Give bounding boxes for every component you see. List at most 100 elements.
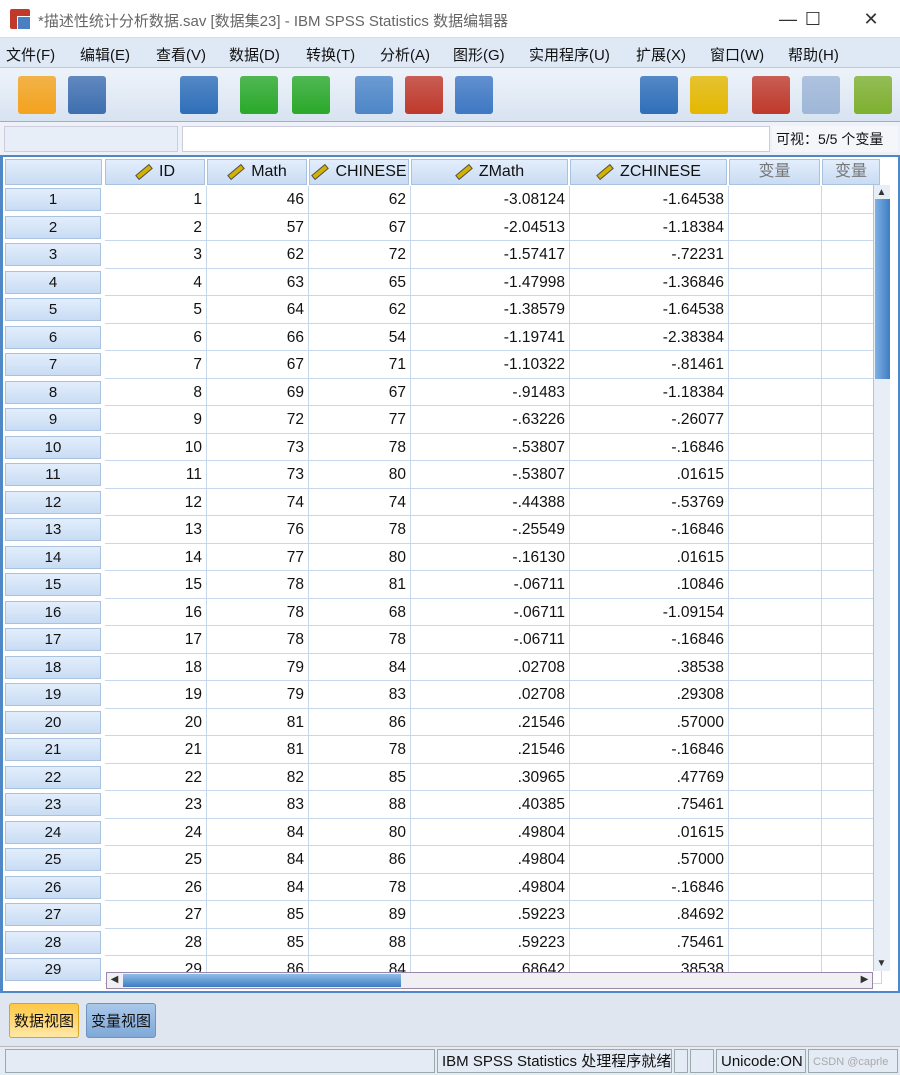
- goto-case-icon[interactable]: goto-case-icon: [355, 76, 393, 114]
- table-cell[interactable]: .84692: [570, 901, 729, 929]
- table-cell[interactable]: -.81461: [570, 351, 729, 379]
- row-number[interactable]: 1: [5, 188, 101, 211]
- table-cell[interactable]: -.91483: [411, 378, 570, 406]
- table-cell[interactable]: 76: [207, 516, 309, 544]
- menu-4[interactable]: 转换(T): [306, 44, 355, 65]
- table-cell[interactable]: 22: [105, 763, 207, 791]
- table-cell[interactable]: [729, 213, 822, 241]
- scroll-up-icon[interactable]: ▲: [874, 187, 889, 198]
- table-cell[interactable]: 84: [309, 653, 411, 681]
- tab-variable-view[interactable]: 变量视图: [86, 1003, 157, 1038]
- corner-header[interactable]: [5, 159, 102, 185]
- table-cell[interactable]: 54: [309, 323, 411, 351]
- redo-icon[interactable]: redo-icon: [292, 76, 330, 114]
- table-cell[interactable]: 84: [207, 818, 309, 846]
- table-cell[interactable]: 28: [105, 928, 207, 956]
- table-cell[interactable]: 82: [207, 763, 309, 791]
- table-cell[interactable]: [729, 351, 822, 379]
- table-cell[interactable]: [729, 736, 822, 764]
- horizontal-scrollbar[interactable]: ◀ ▶: [106, 972, 873, 989]
- table-cell[interactable]: -1.64538: [570, 296, 729, 324]
- table-cell[interactable]: .02708: [411, 653, 570, 681]
- run-descriptive-icon[interactable]: run-descriptive-icon: [505, 76, 543, 114]
- table-cell[interactable]: 84: [207, 873, 309, 901]
- row-number[interactable]: 21: [5, 738, 101, 761]
- table-cell[interactable]: 78: [309, 516, 411, 544]
- table-cell[interactable]: 85: [309, 763, 411, 791]
- table-cell[interactable]: [729, 791, 822, 819]
- table-cell[interactable]: -.06711: [411, 626, 570, 654]
- menu-5[interactable]: 分析(A): [380, 44, 430, 65]
- table-cell[interactable]: .49804: [411, 846, 570, 874]
- table-cell[interactable]: -1.18384: [570, 378, 729, 406]
- tab-data-view[interactable]: 数据视图: [9, 1003, 80, 1038]
- table-cell[interactable]: .01615: [570, 818, 729, 846]
- table-cell[interactable]: .21546: [411, 736, 570, 764]
- table-cell[interactable]: 85: [207, 901, 309, 929]
- table-cell[interactable]: [729, 186, 822, 214]
- table-cell[interactable]: 20: [105, 708, 207, 736]
- table-cell[interactable]: 85: [207, 928, 309, 956]
- row-number[interactable]: 28: [5, 930, 101, 954]
- insert-variable-icon[interactable]: insert-variable-icon: [690, 76, 728, 114]
- table-cell[interactable]: 80: [309, 818, 411, 846]
- cell-value-input[interactable]: [182, 126, 770, 152]
- value-labels-icon[interactable]: value-labels-icon: [752, 76, 790, 114]
- table-cell[interactable]: [729, 626, 822, 654]
- scroll-left-icon[interactable]: ◀: [107, 974, 122, 985]
- table-cell[interactable]: 21: [105, 736, 207, 764]
- goto-variable-icon[interactable]: goto-variable-icon: [405, 76, 443, 114]
- table-cell[interactable]: 26: [105, 873, 207, 901]
- table-cell[interactable]: 6: [105, 323, 207, 351]
- table-cell[interactable]: -.53769: [570, 488, 729, 516]
- table-cell[interactable]: [729, 681, 822, 709]
- column-header[interactable]: ZCHINESE: [570, 159, 727, 185]
- table-cell[interactable]: [729, 241, 822, 269]
- undo-icon[interactable]: undo-icon: [240, 76, 278, 114]
- table-cell[interactable]: 78: [207, 626, 309, 654]
- horizontal-scroll-thumb[interactable]: [123, 974, 401, 987]
- table-cell[interactable]: 18: [105, 653, 207, 681]
- row-number[interactable]: 20: [5, 710, 101, 734]
- row-number[interactable]: 4: [5, 270, 101, 294]
- table-cell[interactable]: .38538: [570, 653, 729, 681]
- table-cell[interactable]: -.06711: [411, 571, 570, 599]
- table-cell[interactable]: [729, 708, 822, 736]
- row-number[interactable]: 11: [5, 463, 101, 486]
- insert-cases-icon[interactable]: insert-cases-icon: [640, 76, 678, 114]
- table-cell[interactable]: 1: [105, 186, 207, 214]
- table-cell[interactable]: -.16846: [570, 433, 729, 461]
- table-cell[interactable]: 86: [309, 708, 411, 736]
- table-cell[interactable]: .75461: [570, 791, 729, 819]
- table-cell[interactable]: [729, 488, 822, 516]
- table-cell[interactable]: 23: [105, 791, 207, 819]
- row-number[interactable]: 6: [5, 325, 101, 349]
- table-cell[interactable]: -.63226: [411, 406, 570, 434]
- row-number[interactable]: 3: [5, 243, 101, 266]
- row-number[interactable]: 17: [5, 628, 101, 651]
- table-cell[interactable]: 12: [105, 488, 207, 516]
- table-cell[interactable]: 68: [309, 598, 411, 626]
- table-cell[interactable]: .01615: [570, 543, 729, 571]
- scroll-right-icon[interactable]: ▶: [857, 974, 872, 985]
- table-cell[interactable]: [729, 323, 822, 351]
- table-cell[interactable]: 64: [207, 296, 309, 324]
- table-cell[interactable]: 77: [207, 543, 309, 571]
- table-cell[interactable]: -1.18384: [570, 213, 729, 241]
- table-cell[interactable]: [729, 571, 822, 599]
- table-cell[interactable]: 17: [105, 626, 207, 654]
- table-cell[interactable]: 9: [105, 406, 207, 434]
- table-cell[interactable]: -.25549: [411, 516, 570, 544]
- table-cell[interactable]: 89: [309, 901, 411, 929]
- table-cell[interactable]: -.06711: [411, 598, 570, 626]
- table-cell[interactable]: .30965: [411, 763, 570, 791]
- menu-3[interactable]: 数据(D): [229, 44, 280, 65]
- column-header[interactable]: ID: [105, 159, 205, 185]
- table-cell[interactable]: .29308: [570, 681, 729, 709]
- use-sets-icon[interactable]: use-sets-icon: [802, 76, 840, 114]
- table-cell[interactable]: .47769: [570, 763, 729, 791]
- find-icon[interactable]: find-icon: [578, 76, 616, 114]
- table-cell[interactable]: 88: [309, 928, 411, 956]
- row-number[interactable]: 8: [5, 380, 101, 404]
- row-number[interactable]: 2: [5, 215, 101, 239]
